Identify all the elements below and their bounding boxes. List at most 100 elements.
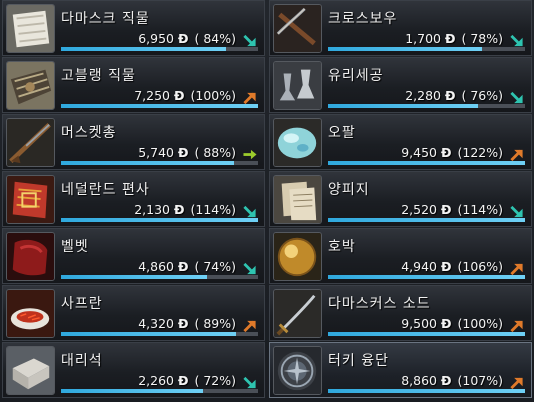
price-ratio-bar	[328, 275, 525, 279]
price-ratio-bar-fill	[328, 218, 525, 222]
price-value: 1,700	[405, 31, 441, 46]
price-value: 9,450	[401, 145, 438, 160]
price-ratio-bar	[61, 104, 258, 108]
trade-good-name: 다마스커스 소드	[328, 296, 431, 312]
trend-down-arrow-icon	[509, 34, 525, 48]
trade-good-name: 양피지	[328, 182, 370, 198]
ducat-currency-symbol: Đ	[178, 373, 189, 388]
price-value: 2,260	[138, 373, 174, 388]
price-percent: (114%)	[190, 202, 237, 217]
price-value: 2,130	[134, 202, 171, 217]
trade-good-name: 벨벳	[61, 239, 89, 255]
price-value: 4,320	[138, 316, 174, 331]
price-ratio-bar-fill	[328, 104, 478, 108]
ducat-currency-symbol: Đ	[445, 88, 456, 103]
trade-good-price-info: 9,500 Đ (100%)	[401, 316, 503, 331]
price-percent: ( 76%)	[461, 88, 503, 103]
trade-good-slot[interactable]: 터키 융단 8,860 Đ (107%)	[269, 342, 532, 398]
right-goods-column: 크로스보우 1,700 Đ ( 78%) 유리세공 2,280 Đ ( 76%) 오팔 9,450…	[269, 0, 532, 399]
marble-icon	[6, 346, 55, 395]
price-value: 8,860	[401, 373, 438, 388]
trend-down-arrow-icon	[242, 376, 258, 390]
trend-up-arrow-icon	[242, 319, 258, 333]
price-ratio-bar	[328, 104, 525, 108]
ducat-currency-symbol: Đ	[441, 373, 452, 388]
price-ratio-bar-fill	[61, 161, 235, 165]
price-percent: ( 72%)	[194, 373, 236, 388]
trend-up-arrow-icon	[509, 376, 525, 390]
musket-icon	[6, 118, 55, 167]
left-goods-column: 다마스크 직물 6,950 Đ( 84%) 고블랭 직물 7,250 Đ (100%) 머스켓…	[2, 0, 265, 399]
trend-down-arrow-icon	[242, 205, 258, 219]
crossbow-icon	[273, 4, 322, 53]
trade-good-slot[interactable]: 대리석 2,260 Đ ( 72%)	[2, 342, 265, 398]
price-percent: ( 89%)	[194, 316, 236, 331]
price-percent: ( 84%)	[194, 31, 236, 46]
trend-flat-arrow-icon	[242, 148, 258, 162]
parchment-icon	[273, 175, 322, 224]
damask-cloth-icon	[6, 4, 55, 53]
trade-good-slot[interactable]: 벨벳 4,860 Đ ( 74%)	[2, 228, 265, 284]
trade-good-name: 유리세공	[328, 68, 384, 84]
price-ratio-bar	[61, 275, 258, 279]
trade-good-slot[interactable]: 머스켓총 5,740 Đ ( 88%)	[2, 114, 265, 170]
price-percent: ( 74%)	[194, 259, 236, 274]
trade-good-price-info: 6,950 Đ ( 84%)	[138, 31, 236, 46]
ducat-currency-symbol: Đ	[178, 316, 189, 331]
price-value: 2,280	[405, 88, 441, 103]
price-value: 5,740	[138, 145, 174, 160]
trade-good-slot[interactable]: 사프란 4,320 Đ ( 89%)	[2, 285, 265, 341]
price-ratio-bar-fill	[328, 275, 525, 279]
trade-good-price-info: 4,860 Đ ( 74%)	[138, 259, 236, 274]
trend-down-arrow-icon	[242, 262, 258, 276]
price-percent: ( 78%)	[461, 31, 503, 46]
trend-down-arrow-icon	[509, 91, 525, 105]
trade-good-name: 머스켓총	[61, 125, 117, 141]
price-value: 7,250	[134, 88, 171, 103]
trend-up-arrow-icon	[509, 262, 525, 276]
trade-good-slot[interactable]: 유리세공 2,280 Đ ( 76%)	[269, 57, 532, 113]
price-ratio-bar-fill	[328, 161, 525, 165]
trade-good-name: 사프란	[61, 296, 103, 312]
trade-good-price-info: 2,280 Đ ( 76%)	[405, 88, 503, 103]
glasswork-icon	[273, 61, 322, 110]
ducat-currency-symbol: Đ	[441, 259, 452, 274]
price-value: 4,860	[138, 259, 174, 274]
trade-good-name: 고블랭 직물	[61, 68, 136, 84]
price-ratio-bar-fill	[61, 389, 203, 393]
opal-icon	[273, 118, 322, 167]
price-percent: ( 88%)	[194, 145, 236, 160]
price-percent: (100%)	[457, 316, 504, 331]
price-ratio-bar-fill	[61, 104, 258, 108]
ducat-currency-symbol: Đ	[178, 259, 189, 274]
price-ratio-bar	[328, 389, 525, 393]
trade-good-name: 대리석	[61, 353, 103, 369]
trade-good-price-info: 4,940 Đ (106%)	[401, 259, 503, 274]
trade-good-slot[interactable]: 오팔 9,450 Đ (122%)	[269, 114, 532, 170]
ducat-currency-symbol: Đ	[441, 145, 452, 160]
price-ratio-bar	[328, 332, 525, 336]
trade-good-slot[interactable]: 고블랭 직물 7,250 Đ (100%)	[2, 57, 265, 113]
trade-good-price-info: 8,860 Đ (107%)	[401, 373, 503, 388]
trade-good-slot[interactable]: 호박 4,940 Đ (106%)	[269, 228, 532, 284]
price-percent: (107%)	[457, 373, 504, 388]
trade-good-slot[interactable]: 다마스크 직물 6,950 Đ ( 84%)	[2, 0, 265, 56]
trade-good-slot[interactable]: 네덜란드 편사 2,130 Đ (114%)	[2, 171, 265, 227]
dutch-yarn-icon	[6, 175, 55, 224]
price-ratio-bar	[328, 47, 525, 51]
damascus-sword-icon	[273, 289, 322, 338]
trade-good-slot[interactable]: 크로스보우 1,700 Đ ( 78%)	[269, 0, 532, 56]
price-ratio-bar-fill	[61, 47, 227, 51]
trade-good-price-info: 9,450 Đ (122%)	[401, 145, 503, 160]
trade-good-price-info: 5,740 Đ ( 88%)	[138, 145, 236, 160]
trade-good-slot[interactable]: 양피지 2,520 Đ (114%)	[269, 171, 532, 227]
price-ratio-bar	[61, 218, 258, 222]
ducat-currency-symbol: Đ	[174, 88, 185, 103]
ducat-currency-symbol: Đ	[178, 145, 189, 160]
velvet-icon	[6, 232, 55, 281]
trade-good-slot[interactable]: 다마스커스 소드 9,500 Đ (100%)	[269, 285, 532, 341]
ducat-currency-symbol: Đ	[174, 202, 185, 217]
trend-up-arrow-icon	[242, 91, 258, 105]
trade-goods-panel: 다마스크 직물 6,950 Đ( 84%) 고블랭 직물 7,250 Đ (100%) 머스켓…	[0, 0, 534, 402]
trend-down-arrow-icon	[242, 34, 258, 48]
